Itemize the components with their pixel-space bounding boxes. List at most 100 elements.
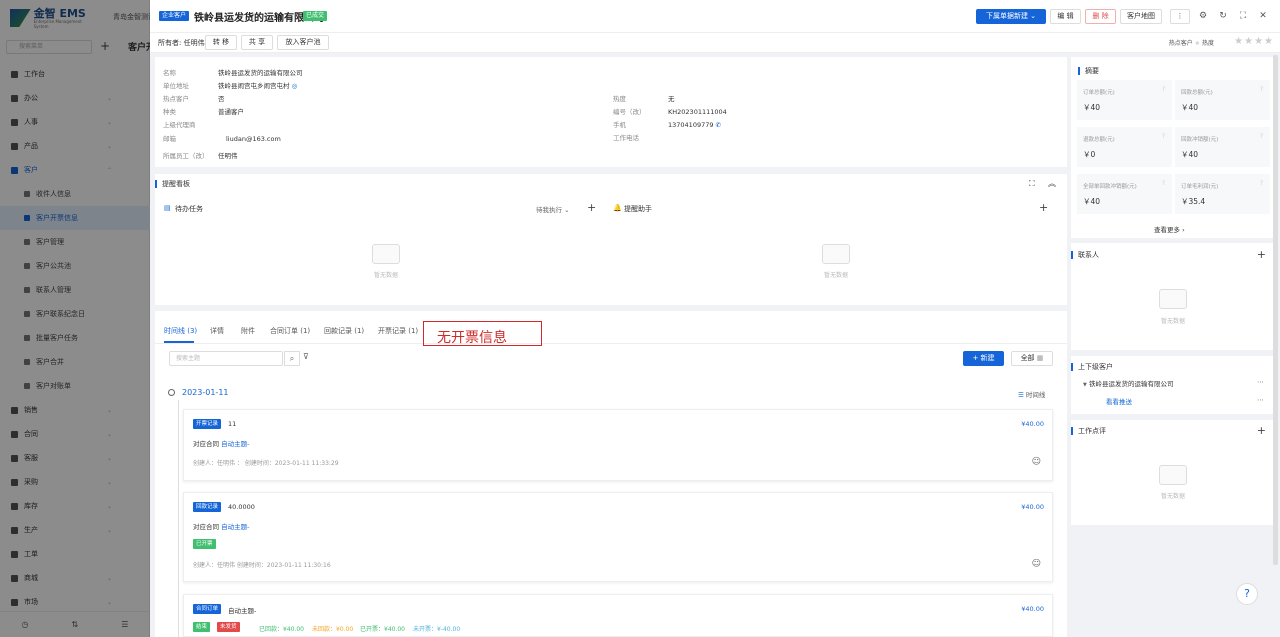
caret-down-icon: ▼: [1083, 382, 1087, 388]
record-title: 自动主题-: [228, 607, 257, 615]
info-icon: ?: [1161, 86, 1165, 93]
stat-value: ￥40: [1181, 150, 1199, 159]
empty-text: 暂无数据: [1161, 318, 1186, 325]
edit-button[interactable]: 编 辑: [1050, 9, 1081, 24]
bell-icon: 🔔: [613, 204, 622, 212]
comment-icon[interactable]: ☺: [1032, 559, 1041, 569]
filter-icon[interactable]: ⊽: [303, 352, 309, 361]
info-value: 任明伟: [218, 152, 238, 160]
unreceived-amount: 未回款：¥0.00: [312, 626, 354, 633]
all-filter-label: 全部: [1020, 354, 1035, 362]
stat-value: ￥40: [1083, 103, 1101, 112]
search-icon[interactable]: ⌕: [284, 351, 300, 366]
info-key: 热度: [613, 95, 626, 103]
timeline-record[interactable]: 合同订单 自动主题- 结束 未发货 已回款：¥40.00 未回款：¥0.00 已…: [183, 594, 1053, 637]
parent-customer-panel: 上下级客户 ▼ 铁岭县运发货的运输有限公司 ⋯ 看看推送 ⋯: [1071, 356, 1274, 414]
info-key: 工作电话: [613, 134, 639, 142]
all-filter-button[interactable]: 全部 ▦: [1011, 351, 1053, 366]
tab-timeline[interactable]: 时间线 (3): [164, 326, 197, 336]
drawer-toolbar: 所有者: 任明伟 转 移 共 享 放入客户池 热点客户 ★ 热度 ★★★★: [150, 33, 1280, 53]
stat-card: 退款总额(元)? ￥0: [1077, 127, 1172, 167]
new-doc-button[interactable]: 下属单据新建 ⌄: [976, 9, 1046, 24]
stat-value: ￥40: [1181, 103, 1199, 112]
stat-value: ￥0: [1083, 150, 1096, 159]
refresh-icon[interactable]: ↻: [1218, 11, 1228, 21]
collapse-icon[interactable]: ︽: [1048, 178, 1056, 189]
help-icon[interactable]: ?: [1236, 583, 1258, 605]
add-reminder-icon[interactable]: +: [1039, 201, 1048, 214]
todo-icon: ▤: [164, 204, 171, 212]
share-button[interactable]: 共 享: [241, 35, 273, 50]
tab-attachment[interactable]: 附件: [241, 326, 255, 336]
record-contract-label: 对应合同: [193, 440, 219, 448]
more-icon[interactable]: ⋯: [1257, 378, 1264, 386]
record-title: 40.0000: [228, 503, 255, 511]
work-review-panel: 工作点评 + 暂无数据: [1071, 420, 1274, 525]
timeline-view-toggle[interactable]: ☰ 时间线: [1018, 389, 1045, 399]
close-icon[interactable]: ✕: [1258, 11, 1268, 21]
finished-tag: 结束: [193, 622, 211, 632]
record-meta: 创建人：任明伟 ： 创建时间：2023-01-11 11:33:29: [193, 460, 339, 467]
info-value: KH202301111004: [668, 108, 727, 116]
add-review-icon[interactable]: +: [1257, 424, 1266, 437]
fullscreen-icon[interactable]: ⛶: [1238, 11, 1248, 21]
delete-button[interactable]: 删 除: [1085, 9, 1116, 24]
transfer-button[interactable]: 转 移: [205, 35, 237, 50]
view-push-link[interactable]: 看看推送: [1106, 396, 1132, 406]
invoiced-status-tag: 已开票: [193, 539, 216, 549]
comment-icon[interactable]: ☺: [1032, 457, 1041, 467]
empty-text: 暂无数据: [824, 272, 849, 279]
tab-invoice-record[interactable]: 开票记录 (1): [378, 326, 418, 336]
info-icon: ?: [1259, 133, 1263, 140]
stat-label: 全部单回款冲销额(元): [1083, 184, 1137, 190]
page-scrollbar[interactable]: [1273, 55, 1278, 565]
address-link[interactable]: 铁岭县闹宫屯乡闹宫屯村: [218, 82, 290, 90]
tab-payment-record[interactable]: 回款记录 (1): [324, 326, 364, 336]
assistant-title: 提醒助手: [624, 205, 652, 213]
record-type-tag: 合同订单: [193, 604, 222, 614]
received-amount: 已回款：¥40.00: [259, 626, 304, 633]
record-meta: 创建人：任明伟 创建时间：2023-01-11 11:30:16: [193, 562, 331, 569]
heat-stars[interactable]: ★★★★: [1234, 36, 1274, 47]
timeline-record[interactable]: 回款记录 40.0000 对应合同 自动主题- 已开票 创建人：任明伟 创建时间…: [183, 492, 1053, 582]
parent-company-item[interactable]: ▼ 铁岭县运发货的运输有限公司: [1083, 378, 1173, 388]
info-icon: ?: [1161, 180, 1165, 187]
info-icon: ?: [1259, 86, 1263, 93]
status-tag: 已成交: [303, 11, 328, 21]
contract-link[interactable]: 自动主题-: [221, 523, 249, 531]
new-record-button[interactable]: + 新建: [963, 351, 1004, 366]
customer-info-card: 名称 铁岭县运发货的运输有限公司 单位地址 铁岭县闹宫屯乡闹宫屯村 ◎ 热点客户否 …: [155, 57, 1067, 167]
location-icon[interactable]: ◎: [292, 82, 298, 90]
record-contract: 对应合同 自动主题-: [193, 438, 249, 448]
contacts-title: 联系人: [1071, 251, 1099, 259]
view-more-link[interactable]: 查看更多 ›: [1154, 224, 1185, 234]
info-key: 名称: [163, 69, 176, 77]
info-key: 上级代理商: [163, 121, 196, 129]
info-key: 所属员工（改）: [163, 152, 209, 160]
stat-label: 订单毛利润(元): [1181, 184, 1219, 190]
record-contract: 对应合同 自动主题-: [193, 521, 249, 531]
expand-icon[interactable]: ⛶: [1029, 179, 1035, 189]
tab-contract-order[interactable]: 合同订单 (1): [270, 326, 310, 336]
owner-label: 所有者: 任明伟: [158, 39, 205, 47]
stat-card: 订单总额(元)? ￥40: [1077, 80, 1172, 120]
email-link[interactable]: liudan@163.com: [226, 135, 281, 143]
contract-link[interactable]: 自动主题-: [221, 440, 249, 448]
list-icon: ☰: [1018, 391, 1024, 399]
settings-icon[interactable]: ⚙: [1198, 11, 1208, 21]
more-button[interactable]: ⋮: [1170, 9, 1190, 24]
phone-icon[interactable]: ✆: [716, 121, 721, 129]
todo-filter-select[interactable]: 待我执行 ⌄: [536, 204, 570, 214]
tab-detail[interactable]: 详情: [210, 326, 224, 336]
customer-map-button[interactable]: 客户地图: [1120, 9, 1162, 24]
put-in-pool-button[interactable]: 放入客户池: [277, 35, 329, 50]
topic-search-input[interactable]: 搜索主题: [169, 351, 283, 366]
timeline-record[interactable]: 开票记录 11 对应合同 自动主题- 创建人：任明伟 ： 创建时间：2023-0…: [183, 409, 1053, 481]
stat-card: 回款总额(元)? ￥40: [1175, 80, 1270, 120]
record-title: 11: [228, 420, 237, 428]
info-key: 种类: [163, 108, 176, 116]
info-key: 手机: [613, 121, 626, 129]
add-todo-icon[interactable]: +: [587, 201, 596, 214]
add-contact-icon[interactable]: +: [1257, 248, 1266, 261]
more-icon[interactable]: ⋯: [1257, 396, 1264, 404]
